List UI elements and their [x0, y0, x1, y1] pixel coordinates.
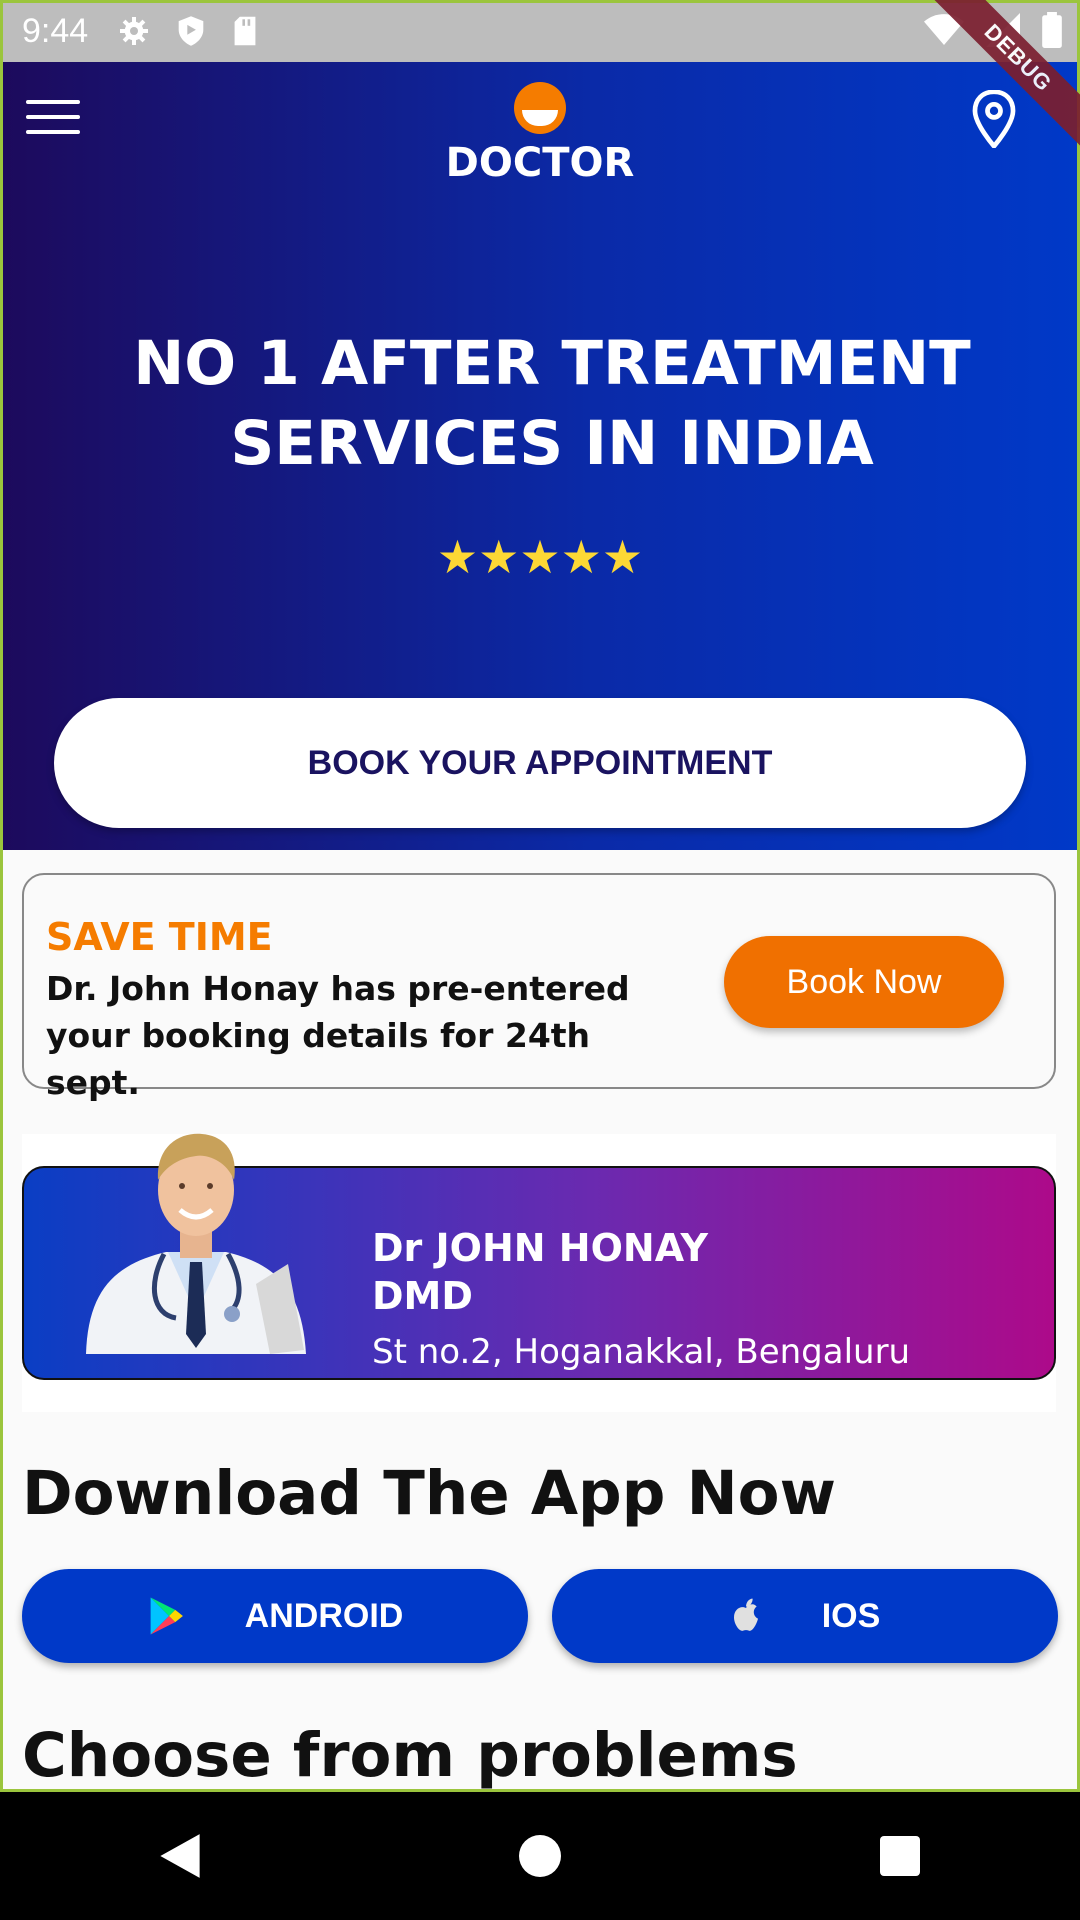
- doctor-address: St no.2, Hoganakkal, Bengaluru: [372, 1332, 911, 1372]
- download-title: Download The App Now: [22, 1458, 836, 1529]
- book-now-button[interactable]: Book Now: [724, 936, 1004, 1028]
- ios-label: IOS: [821, 1596, 881, 1635]
- recents-button[interactable]: [865, 1821, 935, 1891]
- home-button[interactable]: [505, 1821, 575, 1891]
- doctor-name: Dr JOHN HONAY: [372, 1226, 708, 1270]
- save-time-card: SAVE TIME Dr. John Honay has pre-entered…: [22, 873, 1056, 1102]
- star-icon: ★: [560, 530, 602, 584]
- status-bar: 9:44: [0, 0, 1080, 62]
- star-icon: ★: [436, 530, 479, 584]
- settings-icon: [120, 17, 149, 45]
- hero-headline: NO 1 AFTER TREATMENT SERVICES IN INDIA: [133, 328, 971, 479]
- back-triangle-icon: [160, 1834, 200, 1878]
- save-time-description: Dr. John Honay has pre-entered your book…: [46, 969, 630, 1102]
- doctor-degree: DMD: [372, 1274, 473, 1318]
- star-icon: ★: [478, 530, 520, 584]
- shield-icon: [178, 16, 204, 46]
- problems-title: Choose from problems: [22, 1720, 798, 1791]
- doctor-photo: [86, 1133, 306, 1354]
- back-button[interactable]: [145, 1821, 215, 1891]
- home-circle-icon: [519, 1835, 561, 1877]
- android-label: ANDROID: [244, 1596, 404, 1635]
- save-time-title: SAVE TIME: [46, 915, 273, 959]
- battery-icon: [1042, 12, 1062, 48]
- hero-section: DOCTOR NO 1 AFTER TREATMENT SERVICES IN …: [0, 62, 1080, 850]
- doctor-section: Dr JOHN HONAY DMD St no.2, Hoganakkal, B…: [22, 1133, 1056, 1412]
- ios-download-button[interactable]: IOS: [552, 1569, 1058, 1663]
- rating-stars: ★★★★★: [0, 530, 1080, 584]
- star-icon: ★: [519, 530, 561, 584]
- location-icon[interactable]: [972, 90, 1016, 148]
- book-appointment-button[interactable]: BOOK YOUR APPOINTMENT: [54, 698, 1026, 828]
- star-icon: ★: [601, 530, 644, 584]
- recents-square-icon: [880, 1836, 920, 1876]
- status-time: 9:44: [22, 11, 89, 50]
- app-logo: DOCTOR: [0, 82, 1080, 186]
- sd-card-icon: [234, 16, 256, 46]
- system-nav-bar: [0, 1792, 1080, 1920]
- status-notification-icons: [118, 15, 258, 47]
- apple-icon: [733, 1598, 758, 1631]
- logo-emblem-icon: [514, 82, 566, 134]
- play-store-icon: [150, 1597, 183, 1635]
- logo-text: DOCTOR: [445, 140, 635, 186]
- android-download-button[interactable]: ANDROID: [22, 1569, 528, 1663]
